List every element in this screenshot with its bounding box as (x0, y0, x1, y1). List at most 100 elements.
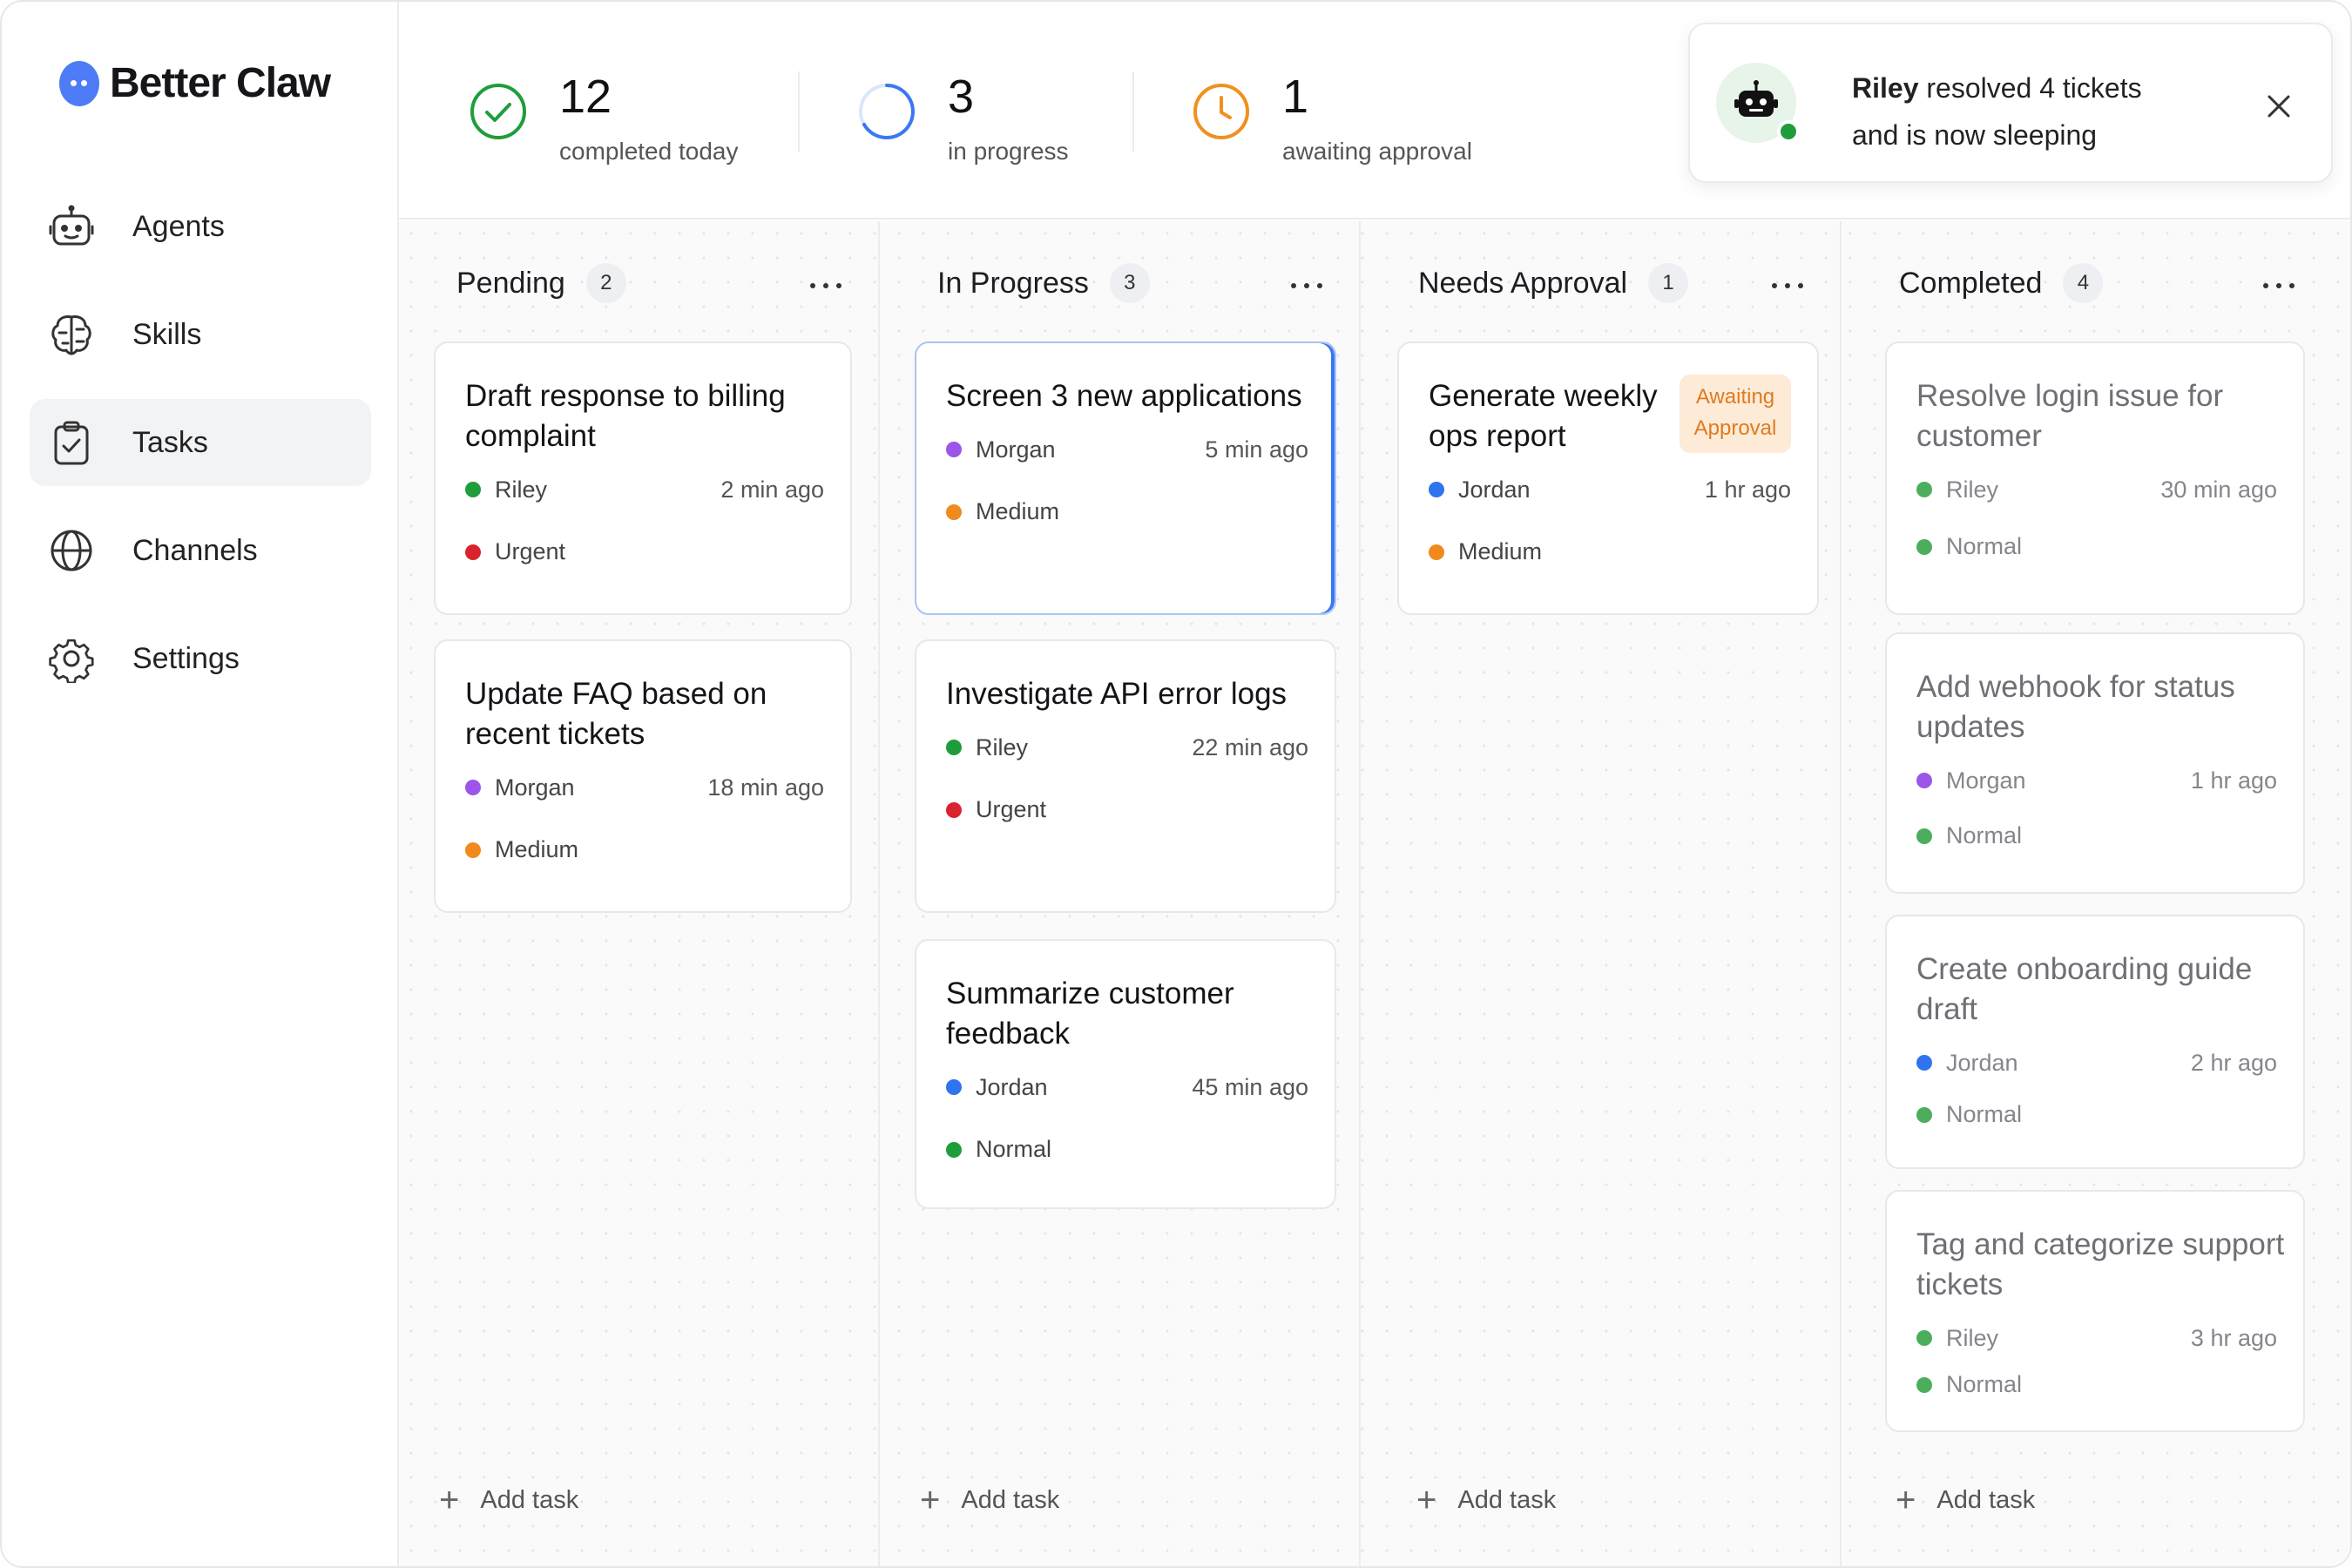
column-title: Needs Approval (1418, 266, 1628, 300)
column-title: Completed (1899, 266, 2043, 300)
task-card[interactable]: Tag and categorize support tickets Riley… (1885, 1190, 2305, 1432)
task-assignee: Jordan (1946, 1049, 2018, 1076)
column-header: Completed 4 (1899, 263, 2104, 303)
toast-agent-name: Riley (1852, 72, 1919, 104)
check-circle-icon (467, 80, 530, 143)
column-title: Pending (456, 266, 565, 300)
task-card[interactable]: Add webhook for status updates Morgan 1 … (1885, 632, 2305, 894)
task-assignee: Morgan (495, 774, 575, 801)
task-title: Resolve login issue for customer (1916, 379, 2224, 453)
task-assignee: Riley (1946, 1324, 1999, 1351)
stat-completed: 12 completed today (467, 63, 738, 166)
task-card[interactable]: Draft response to billing complaint Rile… (434, 341, 852, 615)
priority-dot (946, 801, 962, 818)
brand[interactable]: Better Claw (59, 59, 331, 107)
robot-icon (1734, 80, 1778, 117)
task-card[interactable]: Update FAQ based on recent tickets Morga… (434, 639, 852, 913)
add-task-button[interactable]: + Add task (920, 1483, 1059, 1517)
plus-icon: + (439, 1481, 460, 1519)
stat-value: 3 (948, 71, 975, 123)
add-task-label: Add task (1457, 1485, 1557, 1514)
badge-line-2: Approval (1693, 416, 1777, 440)
priority-dot (465, 841, 481, 858)
awaiting-approval-badge: Awaiting Approval (1680, 375, 1791, 453)
sidebar-item-label: Channels (132, 533, 258, 567)
sidebar-item-skills[interactable]: Skills (30, 291, 371, 378)
more-options-icon[interactable] (808, 268, 843, 303)
task-priority: Normal (1946, 1101, 2023, 1127)
task-card[interactable]: Investigate API error logs Riley 22 min … (915, 639, 1336, 913)
column-title: In Progress (937, 266, 1089, 300)
online-status-dot (1777, 120, 1800, 143)
sidebar-item-agents[interactable]: Agents (30, 183, 371, 270)
globe-icon (47, 526, 96, 575)
assignee-dot (1916, 1330, 1932, 1346)
sidebar-nav: Agents Skills Tasks Channels Settings (30, 183, 371, 723)
task-priority: Urgent (976, 796, 1047, 822)
more-options-icon[interactable] (1289, 268, 1324, 303)
task-priority: Urgent (495, 538, 566, 564)
priority-dot (1429, 544, 1444, 560)
more-options-icon[interactable] (2261, 268, 2296, 303)
brand-name: Better Claw (110, 60, 331, 106)
assignee-dot (946, 442, 962, 457)
assignee-dot (946, 1079, 962, 1095)
task-title: Add webhook for status updates (1916, 670, 2235, 744)
assignee-dot (1916, 482, 1932, 497)
sidebar-item-channels[interactable]: Channels (30, 507, 371, 594)
close-icon[interactable] (2261, 89, 2296, 124)
task-assignee: Jordan (1458, 476, 1531, 503)
badge-line-1: Awaiting (1695, 385, 1775, 409)
task-time: 5 min ago (1205, 436, 1308, 463)
task-card[interactable]: Summarize customer feedback Jordan 45 mi… (915, 939, 1336, 1209)
task-title: Investigate API error logs (946, 677, 1288, 711)
sidebar-item-label: Skills (132, 317, 202, 351)
progress-ring-icon (855, 80, 918, 143)
task-priority: Normal (1946, 1371, 2023, 1397)
stat-awaiting: 1 awaiting approval (1190, 63, 1472, 166)
assignee-dot (465, 482, 481, 497)
brand-logo-icon (59, 60, 99, 106)
task-time: 2 hr ago (2190, 1049, 2277, 1076)
add-task-label: Add task (1936, 1485, 2036, 1514)
assignee-dot (946, 740, 962, 755)
column-header: Pending 2 (456, 263, 626, 303)
task-priority: Medium (1458, 538, 1543, 564)
app-window: Better Claw Agents Skills Tasks Channels… (0, 0, 2352, 1568)
stat-label: awaiting approval (1282, 138, 1472, 165)
task-card[interactable]: Create onboarding guide draft Jordan 2 h… (1885, 915, 2305, 1169)
sidebar-item-settings[interactable]: Settings (30, 615, 371, 702)
stat-in-progress: 3 in progress (855, 63, 1069, 166)
notification-toast: Riley resolved 4 tickets and is now slee… (1688, 23, 2333, 183)
task-assignee: Morgan (1946, 767, 2026, 794)
priority-dot (1916, 828, 1932, 844)
column-completed: Completed 4 Resolve login issue for cust… (1842, 221, 2350, 1566)
task-assignee: Riley (1946, 476, 1999, 503)
add-task-button[interactable]: + Add task (439, 1483, 578, 1517)
assignee-dot (1429, 482, 1444, 497)
sidebar-item-label: Agents (132, 209, 225, 243)
task-card[interactable]: Resolve login issue for customer Riley 3… (1885, 341, 2305, 615)
add-task-button[interactable]: + Add task (1896, 1483, 2035, 1517)
task-time: 45 min ago (1192, 1073, 1308, 1100)
sidebar: Better Claw Agents Skills Tasks Channels… (2, 2, 399, 1566)
toast-line-1: resolved 4 tickets (1918, 72, 2142, 104)
plus-icon: + (920, 1481, 941, 1519)
task-time: 30 min ago (2160, 476, 2277, 503)
stat-label: in progress (948, 138, 1069, 165)
robot-icon (47, 202, 96, 251)
sidebar-item-tasks[interactable]: Tasks (30, 399, 371, 486)
task-card-selected[interactable]: Screen 3 new applications Morgan 5 min a… (915, 341, 1336, 615)
more-options-icon[interactable] (1770, 268, 1805, 303)
clock-icon (1190, 80, 1253, 143)
task-title: Create onboarding guide draft (1916, 952, 2253, 1026)
add-task-button[interactable]: + Add task (1416, 1483, 1556, 1517)
task-priority: Normal (1946, 822, 2023, 848)
brain-icon (47, 310, 96, 359)
task-card[interactable]: Generate weekly ops report Awaiting Appr… (1397, 341, 1819, 615)
task-title: Tag and categorize support tickets (1916, 1227, 2285, 1301)
priority-dot (1916, 1106, 1932, 1123)
sidebar-item-label: Tasks (132, 425, 208, 459)
task-priority: Medium (495, 836, 579, 862)
column-header: Needs Approval 1 (1418, 263, 1689, 303)
